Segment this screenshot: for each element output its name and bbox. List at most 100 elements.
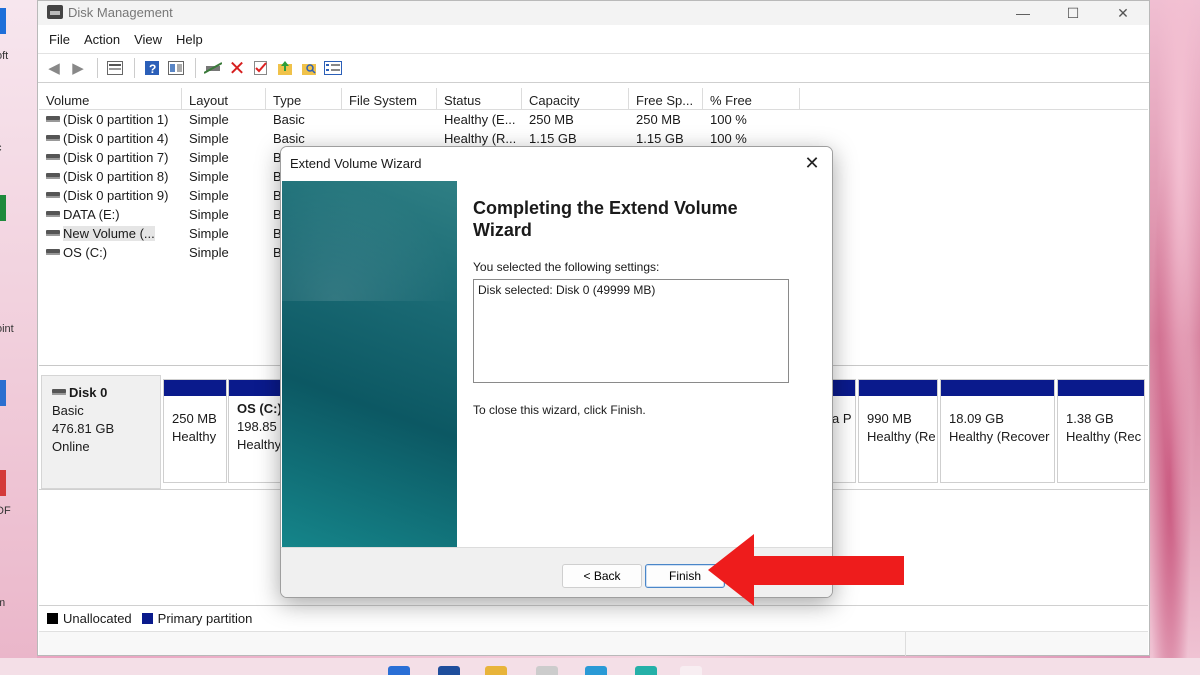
edge-icon[interactable]: [585, 666, 607, 675]
partition-status: Healthy (Rec: [1066, 429, 1142, 444]
primary-partition-bar: [1058, 380, 1144, 396]
taskbar-app-icon[interactable]: [635, 666, 657, 675]
help-icon[interactable]: ?: [141, 57, 163, 79]
connect-icon[interactable]: [202, 57, 224, 79]
menu-action[interactable]: Action: [77, 28, 127, 51]
column-header-layout[interactable]: Layout: [182, 88, 266, 109]
menu-help[interactable]: Help: [169, 28, 210, 51]
column-header-free-space[interactable]: Free Sp...: [629, 88, 703, 109]
legend-primary-partition: Primary partition: [157, 611, 253, 626]
forward-icon[interactable]: ▶: [67, 57, 89, 79]
partition-size: 990 MB: [867, 411, 912, 426]
back-icon[interactable]: ◀: [43, 57, 65, 79]
dialog-close-icon[interactable]: ✕: [802, 153, 822, 174]
volume-icon: [46, 173, 60, 179]
partition-status: Healthy (Recover: [949, 429, 1050, 444]
primary-partition-bar: [859, 380, 937, 396]
settings-list-icon[interactable]: [322, 57, 344, 79]
up-folder-icon[interactable]: [274, 57, 296, 79]
wizard-heading: Completing the Extend Volume Wizard: [473, 198, 738, 240]
desktop-app-icon[interactable]: [0, 380, 6, 406]
disk-size: 476.81 GB: [52, 421, 115, 436]
cell-capacity: 250 MB: [529, 112, 574, 127]
column-header-percent-free[interactable]: % Free: [703, 88, 800, 109]
status-bar: [39, 631, 1148, 656]
close-button[interactable]: ✕: [1100, 1, 1146, 25]
volume-name: DATA (E:): [63, 207, 120, 222]
minimize-button[interactable]: —: [1000, 1, 1046, 25]
wizard-close-hint: To close this wizard, click Finish.: [473, 403, 646, 417]
search-folder-icon[interactable]: [298, 57, 320, 79]
primary-partition-swatch: [141, 613, 153, 624]
cell-volume: (Disk 0 partition 8): [39, 167, 182, 186]
folder-icon[interactable]: [485, 666, 507, 675]
volume-icon: [46, 249, 60, 255]
volume-name: New Volume (...: [63, 226, 155, 241]
properties-icon[interactable]: [165, 57, 187, 79]
cell-volume: (Disk 0 partition 1): [39, 110, 182, 129]
title-bar[interactable]: Disk Management — ☐ ✕: [38, 1, 1149, 25]
cell-volume: OS (C:): [39, 243, 182, 262]
partition-status: a P: [832, 411, 852, 426]
start-icon[interactable]: [388, 666, 410, 675]
volume-icon: [46, 230, 60, 236]
cell-layout: Simple: [189, 169, 229, 184]
volume-list-header: Volume Layout Type File System Status Ca…: [39, 88, 1148, 110]
cell-free-space: 250 MB: [636, 112, 681, 127]
maximize-button[interactable]: ☐: [1050, 1, 1096, 25]
desktop-label: DF: [0, 505, 11, 517]
menu-bar: File Action View Help: [38, 25, 1149, 53]
cell-volume: New Volume (...: [39, 224, 182, 243]
delete-icon[interactable]: ✕: [226, 57, 248, 80]
volume-icon: [46, 116, 60, 122]
volume-name: (Disk 0 partition 4): [63, 131, 169, 146]
partition-status: Healthy (Re: [867, 429, 936, 444]
column-header-file-system[interactable]: File System: [342, 88, 437, 109]
cell-layout: Simple: [189, 131, 229, 146]
partition-block[interactable]: 990 MB Healthy (Re: [858, 379, 938, 483]
menu-file[interactable]: File: [42, 28, 77, 51]
cell-volume: DATA (E:): [39, 205, 182, 224]
disk-list-icon[interactable]: [104, 57, 126, 79]
disk-type: Basic: [52, 403, 84, 418]
desktop-label: oint: [0, 323, 14, 335]
desktop-label: c: [0, 142, 2, 154]
partition-size: 18.09 GB: [949, 411, 1004, 426]
desktop-app-icon[interactable]: [0, 195, 6, 221]
volume-name: (Disk 0 partition 7): [63, 150, 169, 165]
volume-name: (Disk 0 partition 1): [63, 112, 169, 127]
volume-icon: [46, 192, 60, 198]
column-header-status[interactable]: Status: [437, 88, 522, 109]
cell-layout: Simple: [189, 226, 229, 241]
toolbar-separator: [195, 58, 196, 78]
desktop-left-edge: oft c oint DF m: [0, 0, 37, 675]
taskbar-app-icon[interactable]: [438, 666, 460, 675]
back-button[interactable]: < Back: [562, 564, 642, 588]
partition-block[interactable]: 1.38 GB Healthy (Rec: [1057, 379, 1145, 483]
column-header-volume[interactable]: Volume: [39, 88, 182, 109]
taskbar-app-icon[interactable]: [680, 666, 702, 675]
partition-block[interactable]: 18.09 GB Healthy (Recover: [940, 379, 1055, 483]
desktop-app-icon[interactable]: [0, 470, 6, 496]
legend: Unallocated Primary partition: [39, 605, 1148, 631]
partition-block[interactable]: a P: [831, 379, 856, 483]
taskbar: [0, 658, 1200, 675]
taskbar-app-icon[interactable]: [536, 666, 558, 675]
table-row[interactable]: (Disk 0 partition 1) Simple Basic Healthy (…: [39, 110, 1148, 129]
legend-unallocated: Unallocated: [63, 611, 132, 626]
desktop-app-icon[interactable]: [0, 8, 6, 34]
column-header-type[interactable]: Type: [266, 88, 342, 109]
disk-0-label[interactable]: Disk 0 Basic 476.81 GB Online: [41, 375, 161, 489]
cell-layout: Simple: [189, 245, 229, 260]
cell-percent-free: 100 %: [710, 112, 747, 127]
partition-block[interactable]: 250 MB Healthy: [163, 379, 227, 483]
volume-icon: [46, 154, 60, 160]
check-icon[interactable]: [250, 57, 272, 79]
cell-status: Healthy (E...: [444, 112, 516, 127]
menu-view[interactable]: View: [127, 28, 169, 51]
wizard-settings-box[interactable]: Disk selected: Disk 0 (49999 MB): [473, 279, 789, 383]
cell-layout: Simple: [189, 207, 229, 222]
cell-layout: Simple: [189, 188, 229, 203]
dialog-title-bar[interactable]: Extend Volume Wizard ✕: [281, 147, 832, 181]
column-header-capacity[interactable]: Capacity: [522, 88, 629, 109]
